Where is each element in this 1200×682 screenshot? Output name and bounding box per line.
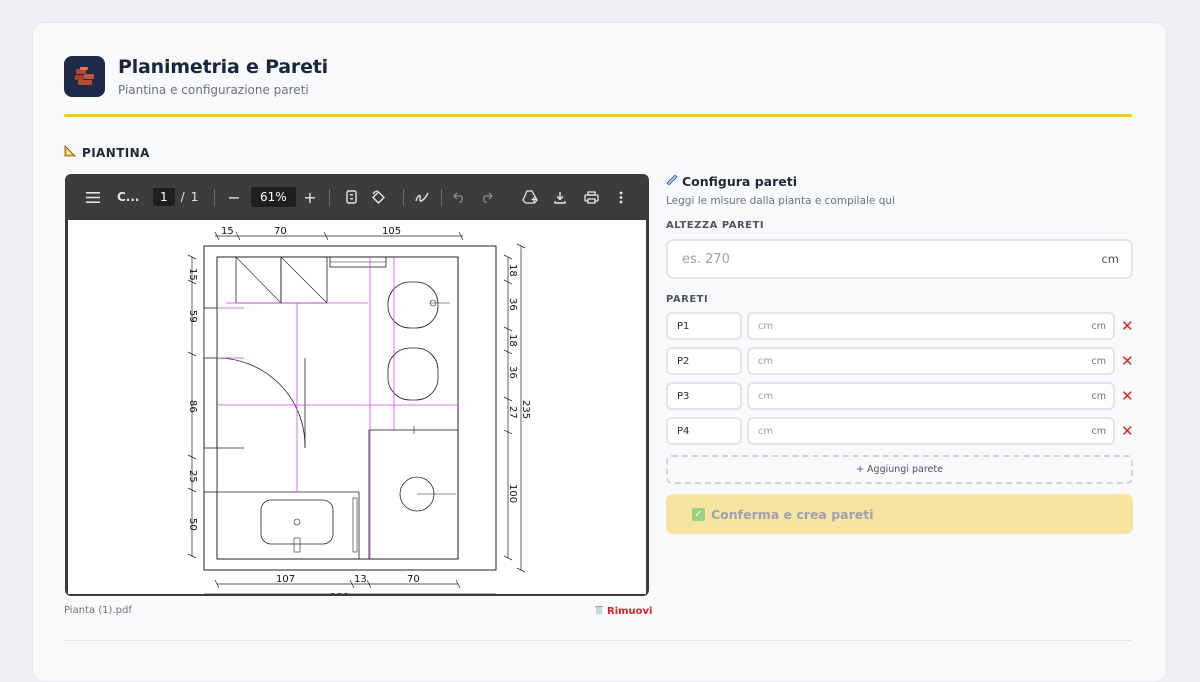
pdf-viewer[interactable]: C... 1 / 1 − 61% + 15 70 105 15 59 86 25… — [65, 174, 649, 596]
dim-right-total: 235 — [520, 400, 531, 419]
accent-divider — [64, 114, 1132, 117]
dim-right-1: 18 — [507, 264, 518, 277]
doc-title: C... — [117, 190, 140, 204]
fit-page-icon[interactable] — [343, 174, 359, 220]
delete-wall-button[interactable]: ✕ — [1121, 317, 1134, 335]
wall-name-input[interactable]: P4 — [666, 417, 742, 445]
dim-bottom-3: 70 — [407, 574, 420, 585]
remove-file-button[interactable]: Rimuovi — [594, 604, 652, 618]
toolbar-divider — [441, 189, 442, 206]
dim-left-5: 50 — [187, 518, 198, 531]
ruler-icon — [666, 174, 678, 189]
dim-top-3: 105 — [382, 226, 401, 237]
toolbar-divider — [403, 189, 404, 206]
page-separator: / — [180, 190, 185, 204]
undo-icon[interactable] — [451, 174, 467, 220]
dim-right-5: 27 — [507, 406, 518, 419]
page-subtitle: Piantina e configurazione pareti — [118, 83, 309, 97]
wall-height-input[interactable]: es. 270 cm — [666, 239, 1133, 279]
wall-height-placeholder: es. 270 — [682, 251, 730, 267]
wall-row: P2 cm cm ✕ — [666, 347, 1134, 375]
wall-row: P3 cm cm ✕ — [666, 382, 1134, 410]
config-title: Configura pareti — [666, 174, 1133, 189]
check-box-icon: ✓ — [692, 507, 705, 521]
confirm-create-walls-button[interactable]: ✓ Conferma e crea pareti — [666, 494, 1133, 534]
bottom-divider — [64, 640, 1132, 641]
zoom-out-button[interactable]: − — [226, 174, 242, 220]
page-total: 1 — [190, 190, 199, 204]
print-icon[interactable] — [582, 174, 600, 220]
walls-label: PARETI — [666, 294, 709, 305]
bricks-icon — [64, 56, 105, 97]
dim-bottom-total: 190 — [330, 592, 349, 594]
drive-add-icon[interactable] — [521, 174, 539, 220]
dim-right-3: 18 — [507, 334, 518, 347]
dim-top-2: 70 — [274, 226, 287, 237]
wall-row: P4 cm cm ✕ — [666, 417, 1134, 445]
delete-wall-button[interactable]: ✕ — [1121, 352, 1134, 370]
walls-list: P1 cm cm ✕ P2 cm cm ✕ P3 cm cm ✕ P4 cm cm ✕ — [666, 312, 1134, 445]
add-wall-button[interactable]: + Aggiungi parete — [666, 455, 1133, 484]
dim-left-4: 25 — [187, 470, 198, 483]
wall-height-label: ALTEZZA PARETI — [666, 220, 765, 231]
file-name: Pianta (1).pdf — [64, 605, 132, 616]
draw-icon[interactable] — [413, 174, 431, 220]
confirm-label: Conferma e crea pareti — [711, 506, 874, 522]
menu-icon[interactable] — [83, 174, 103, 220]
section-title: PIANTINA — [82, 145, 150, 160]
trash-icon — [594, 604, 604, 618]
toolbar-divider — [329, 189, 330, 206]
wall-config-panel: Configura pareti Leggi le misure dalla p… — [666, 174, 1134, 534]
triangle-ruler-icon — [64, 145, 77, 160]
page-indicator: 1 / 1 — [153, 174, 198, 220]
page-number-input[interactable]: 1 — [153, 188, 175, 206]
wall-name-input[interactable]: P3 — [666, 382, 742, 410]
wall-name-input[interactable]: P1 — [666, 312, 742, 340]
page-title: Planimetria e Pareti — [118, 56, 328, 78]
redo-icon[interactable] — [478, 174, 494, 220]
dim-right-6: 100 — [507, 484, 518, 503]
rotate-icon[interactable] — [369, 174, 387, 220]
delete-wall-button[interactable]: ✕ — [1121, 387, 1134, 405]
config-subtitle: Leggi le misure dalla pianta e compilale… — [666, 195, 895, 207]
dim-left-1: 15 — [187, 268, 198, 281]
wall-name-input[interactable]: P2 — [666, 347, 742, 375]
wall-length-input[interactable]: cm cm — [746, 312, 1115, 340]
dim-top-1: 15 — [221, 226, 234, 237]
download-icon[interactable] — [552, 174, 568, 220]
toolbar-divider — [214, 189, 215, 206]
pdf-toolbar: C... 1 / 1 − 61% + — [65, 174, 649, 220]
zoom-in-button[interactable]: + — [302, 174, 318, 220]
dim-bottom-2: 13 — [354, 574, 367, 585]
zoom-level[interactable]: 61% — [251, 174, 296, 220]
section-piantina: PIANTINA — [64, 145, 150, 160]
dim-right-2: 36 — [507, 298, 518, 311]
wall-length-input[interactable]: cm cm — [746, 382, 1115, 410]
more-icon[interactable] — [615, 174, 627, 220]
delete-wall-button[interactable]: ✕ — [1121, 422, 1134, 440]
dim-right-4: 36 — [507, 366, 518, 379]
wall-height-unit: cm — [1101, 252, 1119, 266]
dim-left-2: 59 — [187, 310, 198, 323]
page-header: Planimetria e Pareti Piantina e configur… — [64, 56, 328, 97]
remove-file-label: Rimuovi — [607, 605, 653, 617]
dim-bottom-1: 107 — [276, 574, 295, 585]
wall-row: P1 cm cm ✕ — [666, 312, 1134, 340]
wall-length-input[interactable]: cm cm — [746, 347, 1115, 375]
floor-plan-page: 15 70 105 15 59 86 25 50 18 36 18 36 27 … — [68, 220, 646, 594]
wall-length-input[interactable]: cm cm — [746, 417, 1115, 445]
dim-left-3: 86 — [187, 400, 198, 413]
